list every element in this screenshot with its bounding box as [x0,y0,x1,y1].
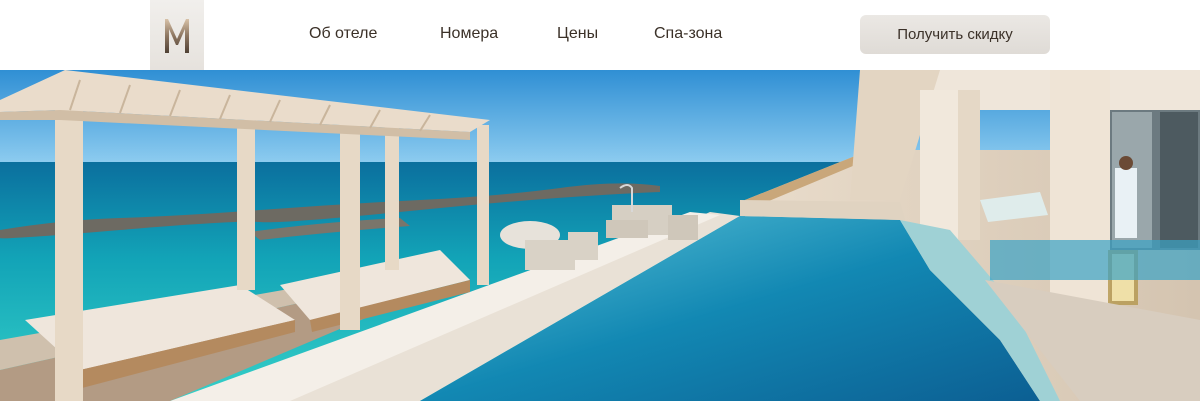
get-discount-button[interactable]: Получить скидку [860,15,1050,54]
nav-item-rooms[interactable]: Номера [440,25,498,43]
nav-item-spa[interactable]: Спа-зона [654,25,722,43]
nav-item-prices[interactable]: Цены [557,25,598,43]
ocean-villa-pool-photo [0,70,1200,401]
hero-image [0,70,1200,401]
nav-item-about[interactable]: Об отеле [309,25,377,43]
site-header: Об отеле Номера Цены Спа-зона Получить с… [0,0,1200,70]
